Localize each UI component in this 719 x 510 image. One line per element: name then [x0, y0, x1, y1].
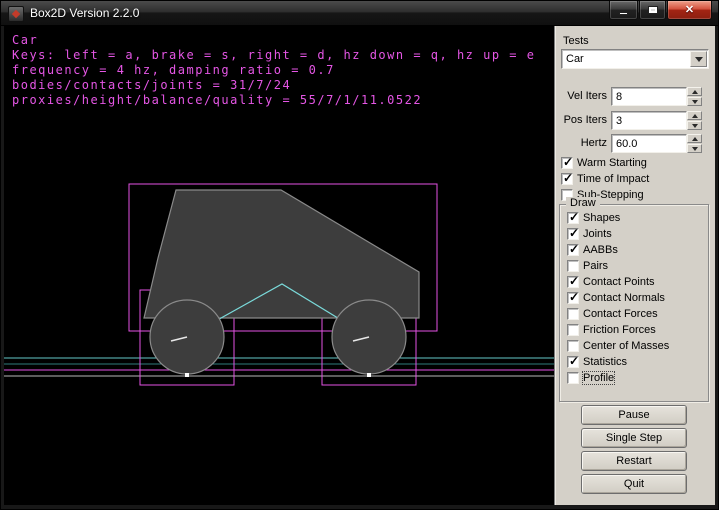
maximize-icon — [648, 6, 658, 14]
checkbox-box: ✓ — [567, 228, 579, 240]
window-title: Box2D Version 2.2.0 — [30, 6, 139, 20]
checkbox-shapes[interactable]: ✓Shapes — [567, 212, 620, 226]
hertz-label: Hertz — [555, 137, 607, 149]
close-icon: ✕ — [685, 5, 694, 16]
checkbox-friction-forces[interactable]: ✓Friction Forces — [567, 324, 656, 338]
vel-iters-stepper — [687, 87, 702, 106]
restart-button[interactable]: Restart — [581, 451, 687, 471]
hertz-row: Hertz 60.0 — [555, 134, 715, 153]
single-step-button[interactable]: Single Step — [581, 428, 687, 448]
car-body — [144, 190, 419, 318]
checkbox-pairs[interactable]: ✓Pairs — [567, 260, 608, 274]
left-contact-point — [185, 373, 189, 377]
check-icon: ✓ — [569, 226, 579, 240]
check-icon: ✓ — [569, 210, 579, 224]
vel-iters-label: Vel Iters — [555, 90, 607, 102]
checkbox-center-of-masses[interactable]: ✓Center of Masses — [567, 340, 669, 354]
vel-iters-input[interactable]: 8 — [611, 87, 687, 106]
check-icon: ✓ — [569, 274, 579, 288]
info-line-frequency: frequency = 4 hz, damping ratio = 0.7 — [12, 63, 535, 78]
check-icon: ✓ — [569, 290, 579, 304]
checkbox-box: ✓ — [567, 212, 579, 224]
hertz-stepper — [687, 134, 702, 153]
checkbox-box: ✓ — [561, 173, 573, 185]
tests-dropdown[interactable]: Car — [561, 49, 709, 69]
checkbox-aabbs[interactable]: ✓AABBs — [567, 244, 618, 258]
app-icon — [8, 6, 24, 22]
stats-overlay: Car Keys: left = a, brake = s, right = d… — [12, 33, 535, 108]
hertz-down-button[interactable] — [687, 144, 702, 153]
arrow-up-icon — [692, 137, 698, 141]
arrow-up-icon — [692, 114, 698, 118]
info-line-title: Car — [12, 33, 535, 48]
tests-label: Tests — [563, 35, 589, 47]
checkbox-box: ✓ — [567, 276, 579, 288]
check-icon: ✓ — [563, 155, 573, 169]
close-button[interactable]: ✕ — [667, 1, 712, 20]
arrow-up-icon — [692, 90, 698, 94]
checkbox-box: ✓ — [567, 340, 579, 352]
check-icon: ✓ — [563, 171, 573, 185]
checkbox-warm-starting[interactable]: ✓Warm Starting — [561, 157, 647, 171]
window: Box2D Version 2.2.0 ✕ — [0, 0, 719, 510]
pos-iters-stepper — [687, 111, 702, 130]
titlebar[interactable]: Box2D Version 2.2.0 ✕ — [1, 1, 718, 26]
checkbox-box: ✓ — [567, 372, 579, 384]
control-panel: Tests Car Vel Iters 8 Pos Iters 3 — [554, 26, 715, 505]
vel-iters-row: Vel Iters 8 — [555, 87, 715, 106]
maximize-button[interactable] — [639, 1, 666, 20]
checkbox-box: ✓ — [567, 292, 579, 304]
minimize-button[interactable] — [609, 1, 638, 20]
checkbox-profile[interactable]: ✓Profile — [567, 372, 614, 386]
checkbox-contact-normals[interactable]: ✓Contact Normals — [567, 292, 665, 306]
pos-iters-down-button[interactable] — [687, 121, 702, 130]
arrow-down-icon — [692, 100, 698, 104]
arrow-down-icon — [692, 124, 698, 128]
checkbox-joints[interactable]: ✓Joints — [567, 228, 612, 242]
checkbox-contact-forces[interactable]: ✓Contact Forces — [567, 308, 658, 322]
checkbox-statistics[interactable]: ✓Statistics — [567, 356, 627, 370]
info-line-keys: Keys: left = a, brake = s, right = d, hz… — [12, 48, 535, 63]
tests-dropdown-value: Car — [566, 53, 584, 65]
hertz-up-button[interactable] — [687, 134, 702, 143]
checkbox-box: ✓ — [567, 308, 579, 320]
minimize-icon — [619, 12, 628, 15]
pause-button[interactable]: Pause — [581, 405, 687, 425]
checkbox-box: ✓ — [567, 260, 579, 272]
right-contact-point — [367, 373, 371, 377]
check-icon: ✓ — [569, 354, 579, 368]
pos-iters-input[interactable]: 3 — [611, 111, 687, 130]
arrow-down-icon — [692, 147, 698, 151]
tests-dropdown-button[interactable] — [690, 51, 707, 67]
checkbox-time-of-impact[interactable]: ✓Time of Impact — [561, 173, 649, 187]
caption-buttons: ✕ — [608, 1, 712, 20]
checkbox-box: ✓ — [567, 244, 579, 256]
checkbox-box: ✓ — [567, 324, 579, 336]
chevron-down-icon — [695, 57, 703, 62]
pos-iters-row: Pos Iters 3 — [555, 111, 715, 130]
pos-iters-label: Pos Iters — [555, 114, 607, 126]
draw-group-title: Draw — [566, 197, 600, 209]
checkbox-box: ✓ — [567, 356, 579, 368]
check-icon: ✓ — [569, 242, 579, 256]
pos-iters-up-button[interactable] — [687, 111, 702, 120]
vel-iters-up-button[interactable] — [687, 87, 702, 96]
info-line-proxies: proxies/height/balance/quality = 55/7/1/… — [12, 93, 535, 108]
checkbox-box: ✓ — [561, 157, 573, 169]
info-line-bodies: bodies/contacts/joints = 31/7/24 — [12, 78, 535, 93]
vel-iters-down-button[interactable] — [687, 97, 702, 106]
client-area: Car Keys: left = a, brake = s, right = d… — [4, 26, 715, 505]
hertz-input[interactable]: 60.0 — [611, 134, 687, 153]
quit-button[interactable]: Quit — [581, 474, 687, 494]
simulation-canvas[interactable]: Car Keys: left = a, brake = s, right = d… — [4, 26, 554, 505]
checkbox-contact-points[interactable]: ✓Contact Points — [567, 276, 655, 290]
